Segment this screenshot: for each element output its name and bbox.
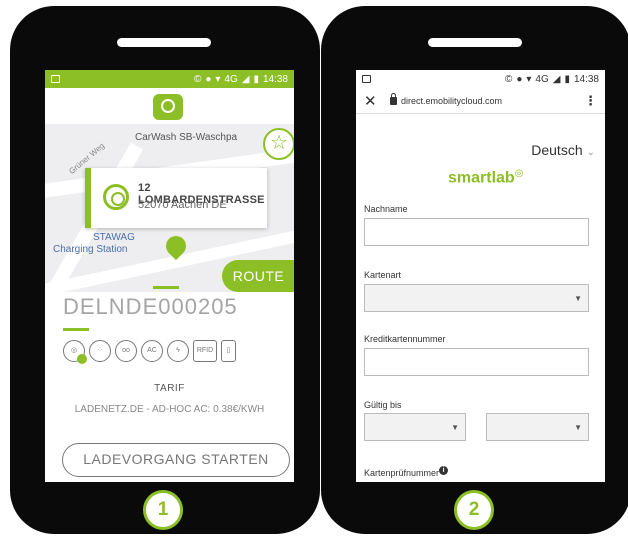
year-select[interactable]: ▼ <box>486 413 589 441</box>
poi-station-label-2: Charging Station <box>53 244 128 255</box>
image-icon <box>362 75 371 83</box>
chademo-icon: oo <box>115 340 137 362</box>
kreditkartennummer-label: Kreditkartennummer <box>364 334 446 344</box>
address-city: 52070 Aachen DE <box>138 199 227 211</box>
fast-charge-icon: ϟ <box>167 340 189 362</box>
dropdown-arrow-icon: ▼ <box>451 423 459 432</box>
poi-carwash-label: CarWash SB-Waschpa <box>135 132 238 143</box>
info-icon[interactable]: i <box>439 466 449 475</box>
browser-toolbar: ✕ direct.emobilitycloud.com ⋮ <box>356 88 605 114</box>
kartenart-select[interactable]: ▼ <box>364 284 589 312</box>
status-time: 14:38 <box>262 73 288 85</box>
connector-icons: ◎ ⁘ oo AC ϟ RFID ▯ <box>63 340 236 364</box>
battery-icon: ▮ <box>253 73 259 85</box>
status-time: 14:38 <box>573 73 599 85</box>
image-icon <box>51 75 60 83</box>
minus-circle-icon: ● <box>516 73 523 85</box>
month-select[interactable]: ▼ <box>364 413 466 441</box>
type2-icon: ◎ <box>63 340 87 364</box>
speaker-grille <box>428 38 522 47</box>
tarif-label: TARIF <box>154 383 185 394</box>
phone-mockup-1: © ● ▾ 4G ◢ ▮ 14:38 Grüner Weg CarWash SB… <box>10 6 320 534</box>
smartlab-logo: smartlab◎ <box>448 168 523 187</box>
ac-icon: AC <box>141 340 163 362</box>
phone-mockup-2: © ● ▾ 4G ◢ ▮ 14:38 ✕ direct.emobilityclo… <box>321 6 628 534</box>
wifi-icon: ▾ <box>215 73 221 85</box>
minus-circle-icon: ● <box>205 73 212 85</box>
step-number-badge: 1 <box>143 490 183 530</box>
route-button[interactable]: ROUTE <box>222 260 294 292</box>
favorite-star-icon[interactable]: ☆ <box>263 128 294 160</box>
ccs-icon: ⁘ <box>89 340 111 362</box>
kartenpruefnummer-text: Kartenprüfnummer <box>364 468 440 478</box>
status-bar: © ● ▾ 4G ◢ ▮ 14:38 <box>45 70 294 88</box>
tarif-value: LADENETZ.DE - AD-HOC AC: 0.38€/KWH <box>74 404 265 415</box>
phone-screen-1: © ● ▾ 4G ◢ ▮ 14:38 Grüner Weg CarWash SB… <box>45 70 294 482</box>
phone-screen-2: © ● ▾ 4G ◢ ▮ 14:38 ✕ direct.emobilityclo… <box>356 70 605 482</box>
language-selector[interactable]: Deutsch ⌄ <box>531 142 595 158</box>
speaker-grille <box>117 38 211 47</box>
url-text[interactable]: direct.emobilitycloud.com <box>401 96 502 106</box>
kartenart-label: Kartenart <box>364 270 402 280</box>
status-bar: © ● ▾ 4G ◢ ▮ 14:38 <box>356 70 605 88</box>
kreditkartennummer-input[interactable] <box>364 348 589 376</box>
lock-icon <box>390 92 397 105</box>
app-header <box>45 88 294 124</box>
dropdown-arrow-icon: ▼ <box>574 423 582 432</box>
start-charging-button[interactable]: LADEVORGANG STARTEN <box>62 443 290 477</box>
battery-icon: ▮ <box>564 73 570 85</box>
divider-accent <box>63 328 89 331</box>
more-menu-icon[interactable]: ⋮ <box>584 93 597 109</box>
chevron-down-icon: ⌄ <box>586 147 595 158</box>
poi-station-label-1: STAWAG <box>93 232 135 243</box>
language-label: Deutsch <box>531 142 583 158</box>
close-icon[interactable]: ✕ <box>364 92 384 110</box>
address-card: 12 LOMBARDENSTRASSE 52070 Aachen DE <box>85 168 267 228</box>
circle-c-icon: © <box>193 73 202 85</box>
step-number-badge: 2 <box>454 490 494 530</box>
handle-bar[interactable] <box>153 286 179 289</box>
gueltig-bis-label: Gültig bis <box>364 400 402 410</box>
app-icon: ▯ <box>221 340 236 362</box>
signal-icon: ◢ <box>552 73 561 85</box>
ladenetz-logo <box>153 94 183 120</box>
network-type: 4G <box>224 73 238 85</box>
nachname-input[interactable] <box>364 218 589 246</box>
circle-c-icon: © <box>504 73 513 85</box>
dropdown-arrow-icon: ▼ <box>574 294 582 303</box>
brand-text: smartlab <box>448 169 515 187</box>
station-id: DELNDE000205 <box>63 294 238 319</box>
signal-icon: ◢ <box>241 73 250 85</box>
brand-mark: ◎ <box>514 168 524 179</box>
wifi-icon: ▾ <box>526 73 532 85</box>
network-type: 4G <box>535 73 549 85</box>
nachname-label: Nachname <box>364 204 408 214</box>
address-accent-bar <box>85 168 91 228</box>
kartenpruefnummer-label: Kartenprüfnummer i <box>364 466 449 478</box>
location-pin-icon <box>103 184 129 210</box>
rfid-icon: RFID <box>193 340 217 362</box>
